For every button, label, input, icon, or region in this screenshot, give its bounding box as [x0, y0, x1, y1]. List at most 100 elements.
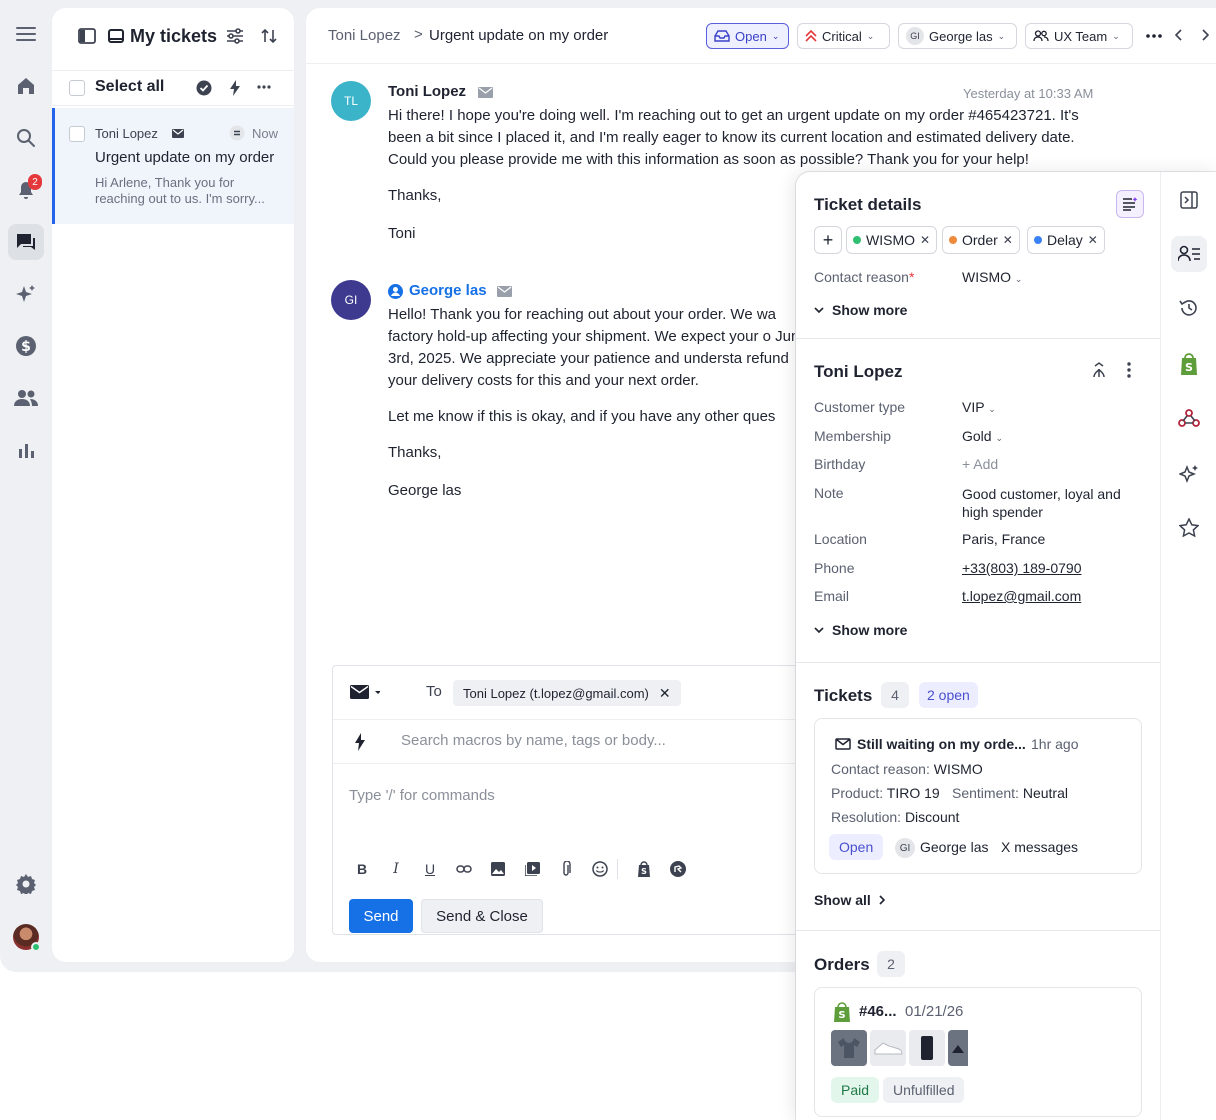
add-tag-button[interactable]: +	[814, 226, 842, 254]
remove-tag-icon[interactable]: ✕	[1003, 233, 1013, 247]
assignee-dropdown[interactable]: GI George las ⌄	[898, 23, 1017, 49]
more-dots-icon[interactable]	[1146, 34, 1162, 38]
email-channel-selector-icon[interactable]	[350, 685, 380, 699]
select-all-label: Select all	[95, 78, 165, 95]
ai-sparkle-icon[interactable]	[1171, 456, 1207, 492]
customers-people-icon[interactable]	[8, 380, 44, 416]
sort-arrows-icon[interactable]	[261, 28, 277, 44]
video-icon[interactable]	[515, 862, 549, 876]
recipient-chip[interactable]: Toni Lopez (t.lopez@gmail.com) ✕	[453, 680, 681, 706]
ticket-customer: Toni Lopez	[95, 126, 158, 141]
emoji-icon[interactable]	[583, 861, 617, 877]
reply-body-input[interactable]: Type '/' for commands	[349, 787, 495, 804]
orders-title: Orders	[814, 955, 870, 974]
tickets-chat-icon[interactable]	[8, 224, 44, 260]
settings-gear-icon[interactable]	[8, 866, 44, 902]
remove-recipient-icon[interactable]: ✕	[659, 685, 671, 702]
message-signoff: Thanks,	[388, 187, 442, 204]
tag-wismo[interactable]: WISMO ✕	[846, 226, 938, 254]
notifications-bell-icon[interactable]: 2	[8, 172, 44, 208]
message-author[interactable]: George las	[409, 282, 487, 299]
bold-icon[interactable]: B	[345, 861, 379, 877]
ai-summary-icon[interactable]	[1116, 190, 1144, 218]
tag-order[interactable]: Order ✕	[942, 226, 1020, 254]
shopify-icon[interactable]: S	[1171, 346, 1207, 382]
ticket-list-item[interactable]: Toni Lopez Now Urgent update on my order…	[52, 108, 294, 224]
customer-email-link[interactable]: t.lopez@gmail.com	[962, 588, 1081, 604]
tag-delay[interactable]: Delay ✕	[1027, 226, 1105, 254]
shopify-bag-icon[interactable]: S	[627, 861, 661, 877]
home-icon[interactable]	[8, 68, 44, 104]
italic-icon[interactable]: I	[379, 861, 413, 877]
webhook-integration-icon[interactable]	[1171, 400, 1207, 436]
underline-icon[interactable]: U	[413, 861, 447, 877]
menu-icon[interactable]	[8, 16, 44, 52]
field-label: Membership	[814, 428, 892, 444]
open-tickets-count[interactable]: 2 open	[919, 682, 978, 708]
team-dropdown[interactable]: UX Team ⌄	[1025, 23, 1133, 49]
svg-text:S: S	[641, 867, 647, 876]
ai-sparkle-icon[interactable]	[8, 276, 44, 312]
next-ticket-chevron-icon[interactable]	[1201, 29, 1209, 41]
ticket-card-time: 1hr ago	[1031, 736, 1079, 752]
details-show-more[interactable]: Show more	[814, 302, 907, 318]
send-and-close-button[interactable]: Send & Close	[421, 899, 543, 933]
chevron-down-icon	[814, 627, 824, 633]
customer-type-dropdown[interactable]: VIP ⌄	[962, 399, 996, 415]
chevron-down-icon: ⌄	[1112, 30, 1120, 41]
integration-app-icon[interactable]	[661, 861, 695, 877]
statistics-chart-icon[interactable]	[8, 432, 44, 468]
order-number[interactable]: #46...	[859, 1003, 897, 1020]
membership-dropdown[interactable]: Gold ⌄	[962, 428, 1003, 444]
image-icon[interactable]	[481, 862, 515, 876]
user-avatar[interactable]	[13, 924, 41, 952]
inbox-icon	[108, 29, 124, 45]
remove-tag-icon[interactable]: ✕	[920, 233, 930, 247]
send-button[interactable]: Send	[349, 899, 413, 933]
add-birthday-link[interactable]: + Add	[962, 456, 998, 472]
collapse-panel-icon[interactable]	[1171, 182, 1207, 218]
revenue-dollar-icon[interactable]: $	[8, 328, 44, 364]
select-all-checkbox[interactable]	[69, 80, 85, 96]
filter-sliders-icon[interactable]	[226, 28, 244, 44]
agent-avatar: GI	[331, 280, 371, 320]
svg-text:S: S	[1185, 361, 1193, 374]
ticket-checkbox[interactable]	[69, 126, 85, 142]
priority-dropdown[interactable]: Critical ⌄	[797, 23, 890, 49]
team-label: UX Team	[1054, 28, 1108, 44]
conversation-header: Toni Lopez > Urgent update on my order O…	[306, 8, 1216, 64]
breadcrumb-customer[interactable]: Toni Lopez	[328, 27, 401, 44]
previous-ticket-chevron-icon[interactable]	[1175, 29, 1183, 41]
message-body: Hello! Thank you for reaching out about …	[388, 306, 808, 389]
field-label: Note	[814, 485, 844, 501]
history-clock-icon[interactable]	[1171, 290, 1207, 326]
ticket-card-messages: X messages	[1001, 839, 1079, 855]
customer-more-icon[interactable]	[1127, 362, 1131, 378]
customer-phone-link[interactable]: +33(803) 189-0790	[962, 560, 1082, 576]
order-card[interactable]: S #46... 01/21/26 Paid Unfulfilled	[814, 987, 1142, 1117]
contact-reason-dropdown[interactable]: WISMO ⌄	[962, 269, 1022, 285]
check-circle-icon[interactable]	[196, 80, 212, 96]
more-dots-icon[interactable]	[257, 85, 271, 89]
product-phone-thumbnail	[909, 1030, 945, 1066]
sidebar-toggle-icon[interactable]	[78, 28, 96, 44]
attachment-paperclip-icon[interactable]	[549, 861, 583, 877]
ticket-card[interactable]: Still waiting on my orde... 1hr ago Cont…	[814, 718, 1142, 874]
merge-customer-icon[interactable]	[1091, 362, 1107, 378]
macro-search-input[interactable]: Search macros by name, tags or body...	[401, 732, 666, 749]
lightning-icon[interactable]	[229, 80, 241, 96]
status-dropdown[interactable]: Open ⌄	[706, 23, 789, 49]
search-icon[interactable]	[8, 120, 44, 156]
customer-show-more[interactable]: Show more	[814, 622, 907, 638]
tickets-show-all[interactable]: Show all	[814, 892, 885, 908]
remove-tag-icon[interactable]: ✕	[1088, 233, 1098, 247]
customer-profile-icon[interactable]	[1171, 236, 1207, 272]
ticket-card-product: Product: TIRO 19	[831, 785, 940, 801]
ticket-card-resolution: Resolution: Discount	[831, 809, 960, 825]
link-icon[interactable]	[447, 864, 481, 874]
payment-status-badge: Paid	[831, 1077, 880, 1103]
order-date: 01/21/26	[905, 1003, 964, 1020]
toolbar-divider	[617, 859, 627, 879]
product-tshirt-thumbnail	[831, 1030, 867, 1066]
favorite-star-icon[interactable]	[1171, 510, 1207, 546]
